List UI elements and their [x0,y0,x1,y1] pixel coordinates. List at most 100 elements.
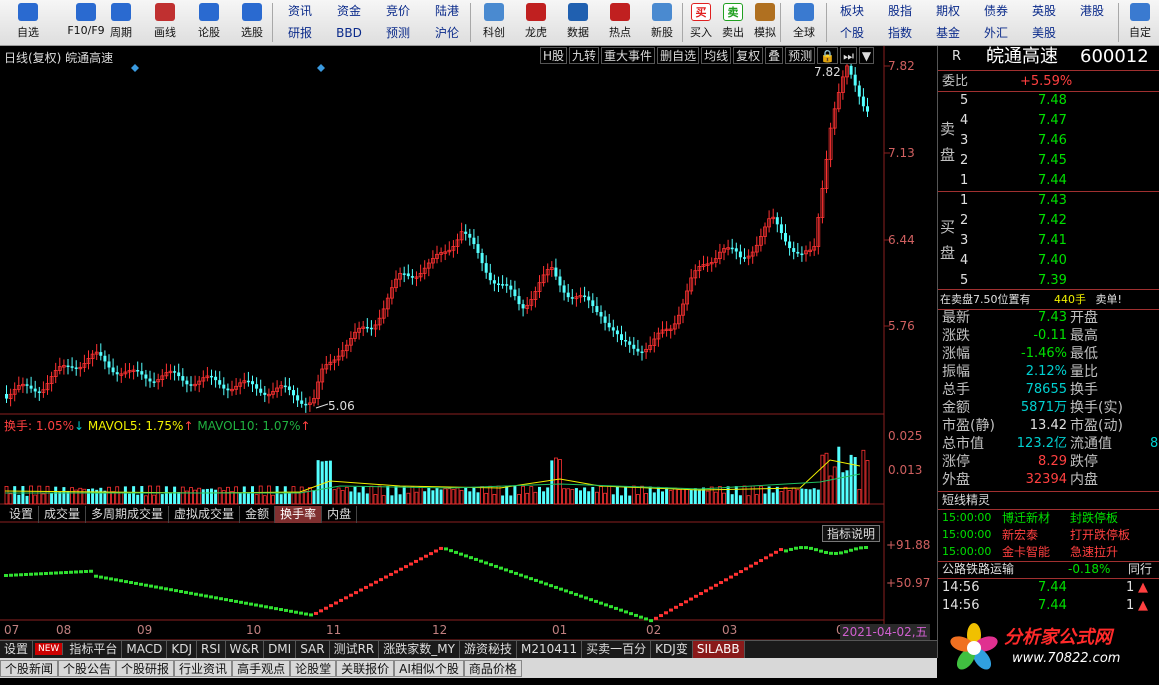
news-stock[interactable]: 博迁新材 [1002,509,1050,527]
toolbar-clock-button[interactable]: 周期 [100,1,142,44]
toolbar-pen-button[interactable]: 画线 [146,1,184,44]
bid-price[interactable]: 7.41 [1038,232,1067,250]
toolbar-link[interactable]: 个股 [830,23,874,44]
volume-tab[interactable]: 多周期成交量 [86,506,170,523]
indicator-tab[interactable]: MACD [122,641,168,658]
bid-price[interactable]: 7.39 [1038,272,1067,290]
bid-price[interactable]: 7.43 [1038,192,1067,210]
indicator-tab[interactable]: W&R [226,641,265,658]
toolbar-link[interactable]: 资金 [327,1,371,22]
toolbar-kechuang-button[interactable]: 科创 [474,1,514,44]
toolbar-link[interactable]: BBD [327,23,371,44]
stock-name: 皖通高速 [986,46,1058,67]
toolbar-dragon-button[interactable]: 龙虎 [516,1,556,44]
indicator-tab[interactable]: 设置 [0,641,34,658]
toolbar-link[interactable]: 资讯 [278,1,322,22]
ask-price[interactable]: 7.45 [1038,152,1067,170]
indicator-tab[interactable]: KDJ变 [651,641,693,658]
toolbar-lungu-button[interactable]: 论股 [188,1,230,44]
toolbar-link[interactable]: 港股 [1070,1,1114,22]
info-tab[interactable]: 个股新闻 [0,660,59,677]
indicator-tab[interactable]: 买卖一百分 [582,641,652,658]
indicator-tab[interactable]: SILABB [692,641,745,658]
sector-name[interactable]: 公路铁路运输 [942,560,1014,578]
month-label: 08 [56,623,72,637]
indicator-tab[interactable]: KDJ [167,641,197,658]
toolbar-link[interactable]: 板块 [830,1,874,22]
news-stock[interactable]: 金卡智能 [1002,543,1050,561]
toolbar-link[interactable]: 债券 [974,1,1018,22]
chart-top-button[interactable]: 复权 [733,47,764,64]
toolbar-link[interactable]: 陆港 [425,1,469,22]
bid-price[interactable]: 7.40 [1038,252,1067,270]
bid-price[interactable]: 7.42 [1038,212,1067,230]
toolbar-link[interactable]: 沪伦 [425,23,469,44]
info-tab[interactable]: 行业资讯 [174,660,233,677]
news-time: 15:00:00 [942,511,992,524]
chart-top-button[interactable]: 均线 [701,47,732,64]
indicator-tab[interactable]: 游资秘技 [460,641,517,658]
toolbar-globe-button[interactable]: 全球 [784,1,824,44]
chart-top-button[interactable]: ⏭ [840,47,857,64]
chart-canvas[interactable] [0,46,937,658]
chart-top-button[interactable]: 叠 [765,47,784,64]
info-tab[interactable]: 个股研报 [116,660,175,677]
toolbar-link[interactable]: 英股 [1022,1,1066,22]
info-tab[interactable]: 商品价格 [463,660,522,677]
toolbar-pe-button[interactable]: 数据 [558,1,598,44]
toolbar-link[interactable]: 基金 [926,23,970,44]
quote-value: 123.2亿 [1016,436,1067,451]
info-tab[interactable]: 论股堂 [290,660,337,677]
indicator-tab[interactable]: 指标平台 [65,641,123,658]
chart-top-button[interactable]: ▼ [858,47,875,64]
chart-top-button[interactable]: 预测 [785,47,816,64]
toolbar-hot-button[interactable]: 热点 [600,1,640,44]
chart-area[interactable]: 日线(复权) 皖通高速 H股 九转 重大事件 删自选 均线 复权叠预测 🔒 ⏭ ▼ 7.82 7… [0,46,937,658]
news-stock[interactable]: 新宏泰 [1002,526,1038,544]
toolbar-link[interactable]: 竞价 [376,1,420,22]
volume-tab[interactable]: 虚拟成交量 [169,506,241,523]
info-tab[interactable]: 关联报价 [336,660,395,677]
toolbar-link[interactable]: 美股 [1022,23,1066,44]
info-tab[interactable]: 高手观点 [232,660,291,677]
chart-top-button[interactable]: 九转 [569,47,600,64]
toolbar-buy-button[interactable]: 买买入 [686,1,716,44]
chart-top-button[interactable]: 删自选 [657,47,700,64]
tick-time: 14:56 [942,580,980,595]
ask-price[interactable]: 7.46 [1038,132,1067,150]
volume-tab[interactable]: 内盘 [322,506,358,523]
indicator-tab[interactable]: DMI [264,641,297,658]
price-axis-label: 5.76 [888,319,915,333]
mavol10-label: MAVOL10: [197,419,259,433]
info-tab[interactable]: 个股公告 [58,660,117,677]
chart-top-button[interactable]: 重大事件 [601,47,656,64]
toolbar-custom-button[interactable]: 自定 [1122,1,1158,44]
toolbar-link[interactable]: 预测 [376,23,420,44]
chart-top-button[interactable]: 🔒 [817,47,839,64]
toolbar-link[interactable]: 股指 [878,1,922,22]
ask-price[interactable]: 7.48 [1038,92,1067,110]
chart-top-button[interactable]: H股 [540,47,568,64]
toolbar-star-button[interactable]: 自选 [8,1,48,44]
toolbar-hammer-button[interactable]: 模拟 [750,1,780,44]
toolbar-sell-button[interactable]: 卖卖出 [718,1,748,44]
indicator-tab[interactable]: RSI [197,641,226,658]
info-tab[interactable]: AI相似个股 [394,660,464,677]
volume-tab[interactable]: 金额 [240,506,276,523]
indicator-info-button[interactable]: 指标说明 [822,525,881,542]
toolbar-link[interactable]: 研报 [278,23,322,44]
indicator-tab[interactable]: 涨跌家数_MY [379,641,460,658]
indicator-tab[interactable]: M210411 [517,641,583,658]
volume-tab[interactable]: 成交量 [39,506,87,523]
toolbar-ipo-button[interactable]: 新股 [642,1,682,44]
toolbar-link[interactable]: 指数 [878,23,922,44]
volume-tab[interactable]: 设置 [4,506,40,523]
toolbar-pick-button[interactable]: 选股 [232,1,272,44]
toolbar-link[interactable]: 外汇 [974,23,1018,44]
indicator-tab[interactable]: 测试RR [330,641,380,658]
indicator-tab[interactable]: SAR [296,641,330,658]
toolbar-link[interactable]: 期权 [926,1,970,22]
ask-price[interactable]: 7.44 [1038,172,1067,190]
volume-tab[interactable]: 换手率 [275,506,323,523]
ask-price[interactable]: 7.47 [1038,112,1067,130]
